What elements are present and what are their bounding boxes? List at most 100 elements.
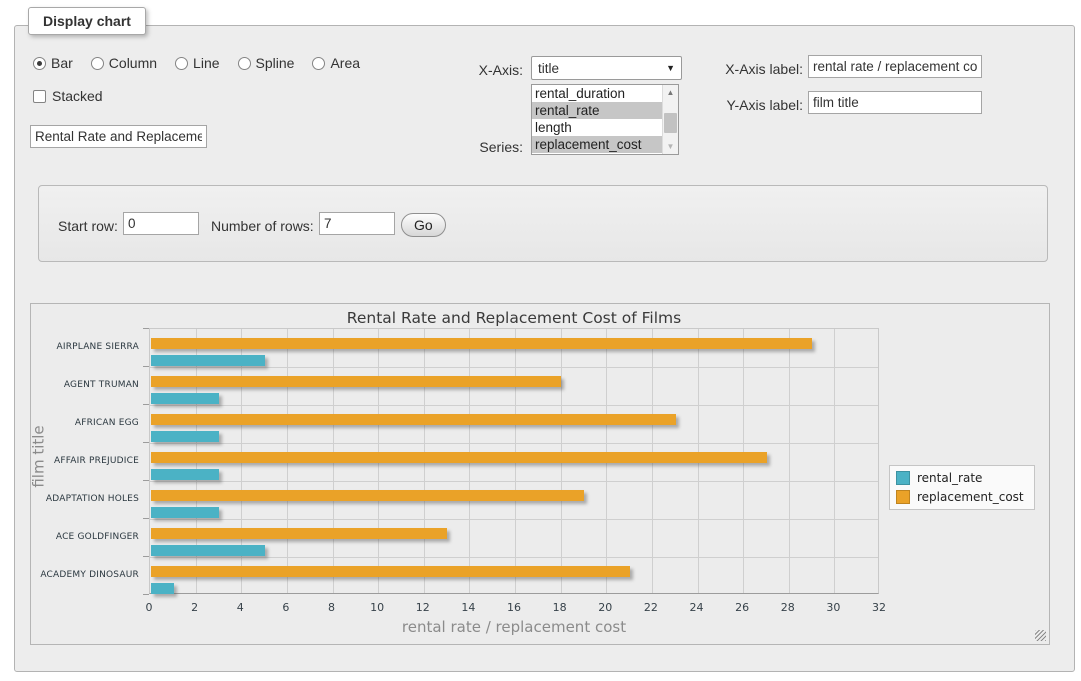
gridline-vertical (834, 329, 835, 593)
legend-swatch (896, 471, 910, 485)
fieldset-title: Display chart (28, 7, 146, 35)
num-rows-label: Number of rows: (211, 218, 319, 234)
scrollbar-thumb[interactable] (664, 113, 677, 133)
series-option-rental_duration[interactable]: rental_duration (532, 85, 662, 102)
x-tick-label: 2 (180, 601, 210, 614)
chart-x-axis-label: rental rate / replacement cost (149, 618, 879, 636)
rows-panel: Start row: Number of rows: Go (38, 185, 1048, 262)
x-tick-label: 28 (773, 601, 803, 614)
chart-type-option-bar[interactable]: Bar (33, 55, 73, 71)
series-option-length[interactable]: length (532, 119, 662, 136)
chart-type-option-label: Column (109, 55, 157, 71)
chart-type-row: Bar Column Line Spline Area (33, 55, 372, 71)
xaxis-select[interactable]: title ▼ (531, 56, 682, 80)
start-row-input[interactable] (123, 212, 199, 235)
bar-rental_rate (151, 393, 219, 404)
radio-icon[interactable] (312, 57, 325, 70)
x-tick-label: 10 (362, 601, 392, 614)
x-tick-label: 14 (453, 601, 483, 614)
stacked-row: Stacked (33, 88, 103, 104)
bar-replacement_cost (151, 338, 812, 349)
bar-rental_rate (151, 583, 174, 594)
chart-type-option-spline[interactable]: Spline (238, 55, 295, 71)
y-tick-mark (143, 366, 149, 367)
bar-replacement_cost (151, 528, 447, 539)
category-label: ACADEMY DINOSAUR (35, 570, 139, 580)
page: Display chart Bar Column Line Spline Area St… (0, 0, 1081, 681)
series-scrollbar[interactable]: ▲ ▼ (662, 85, 678, 154)
category-label: AFFAIR PREJUDICE (35, 456, 139, 466)
x-tick-label: 26 (727, 601, 757, 614)
stacked-label: Stacked (52, 88, 103, 104)
series-option-replacement_cost[interactable]: replacement_cost (532, 136, 662, 153)
num-rows-input[interactable] (319, 212, 395, 235)
bar-rental_rate (151, 469, 219, 480)
xaxis-label-field-label: X-Axis label: (713, 61, 803, 77)
bar-replacement_cost (151, 376, 561, 387)
category-label: AGENT TRUMAN (35, 380, 139, 390)
legend-label: replacement_cost (917, 490, 1024, 504)
x-tick-label: 4 (225, 601, 255, 614)
scroll-down-icon[interactable]: ▼ (663, 139, 678, 154)
bar-rental_rate (151, 355, 265, 366)
y-tick-mark (143, 518, 149, 519)
legend-entry-replacement_cost: replacement_cost (896, 490, 1024, 504)
category-label: ACE GOLDFINGER (35, 532, 139, 542)
scrollbar-track[interactable] (663, 100, 678, 139)
chart-type-option-label: Line (193, 55, 219, 71)
bar-replacement_cost (151, 490, 584, 501)
gridline-horizontal (150, 443, 878, 444)
chart-type-option-column[interactable]: Column (91, 55, 157, 71)
go-button[interactable]: Go (401, 213, 446, 237)
chevron-down-icon: ▼ (666, 63, 675, 73)
bar-replacement_cost (151, 452, 767, 463)
gridline-horizontal (150, 481, 878, 482)
radio-icon[interactable] (175, 57, 188, 70)
y-tick-mark (143, 404, 149, 405)
plot-area (149, 328, 879, 594)
y-tick-mark (143, 594, 149, 595)
gridline-horizontal (150, 519, 878, 520)
start-row-label: Start row: (58, 218, 123, 234)
yaxis-label-input[interactable] (808, 91, 982, 114)
series-label: Series: (455, 139, 523, 155)
xaxis-select-value: title (538, 61, 559, 76)
x-tick-label: 22 (636, 601, 666, 614)
series-options: rental_durationrental_ratelengthreplacem… (532, 85, 662, 154)
chart-type-option-area[interactable]: Area (312, 55, 360, 71)
x-tick-label: 8 (317, 601, 347, 614)
radio-icon[interactable] (238, 57, 251, 70)
legend-label: rental_rate (917, 471, 982, 485)
y-tick-mark (143, 480, 149, 481)
series-listbox: rental_durationrental_ratelengthreplacem… (531, 84, 679, 155)
gridline-horizontal (150, 557, 878, 558)
x-tick-label: 18 (545, 601, 575, 614)
x-tick-label: 6 (271, 601, 301, 614)
x-tick-label: 16 (499, 601, 529, 614)
xaxis-label-input[interactable] (808, 55, 982, 78)
radio-icon[interactable] (91, 57, 104, 70)
bar-replacement_cost (151, 566, 630, 577)
bar-rental_rate (151, 507, 219, 518)
stacked-checkbox[interactable] (33, 90, 46, 103)
y-tick-mark (143, 556, 149, 557)
category-label: ADAPTATION HOLES (35, 494, 139, 504)
bar-rental_rate (151, 431, 219, 442)
category-label: AIRPLANE SIERRA (35, 342, 139, 352)
resize-handle[interactable] (1035, 630, 1046, 641)
legend-swatch (896, 490, 910, 504)
x-tick-label: 24 (682, 601, 712, 614)
chart-type-option-label: Area (330, 55, 360, 71)
yaxis-label-field-label: Y-Axis label: (713, 97, 803, 113)
chart-panel: Rental Rate and Replacement Cost of Film… (30, 303, 1050, 645)
chart-title-input[interactable] (30, 125, 207, 148)
series-option-rental_rate[interactable]: rental_rate (532, 102, 662, 119)
chart-type-option-line[interactable]: Line (175, 55, 219, 71)
chart-type-option-label: Spline (256, 55, 295, 71)
x-tick-label: 30 (818, 601, 848, 614)
scroll-up-icon[interactable]: ▲ (663, 85, 678, 100)
x-tick-label: 12 (408, 601, 438, 614)
x-tick-label: 20 (590, 601, 620, 614)
radio-icon[interactable] (33, 57, 46, 70)
gridline-horizontal (150, 367, 878, 368)
